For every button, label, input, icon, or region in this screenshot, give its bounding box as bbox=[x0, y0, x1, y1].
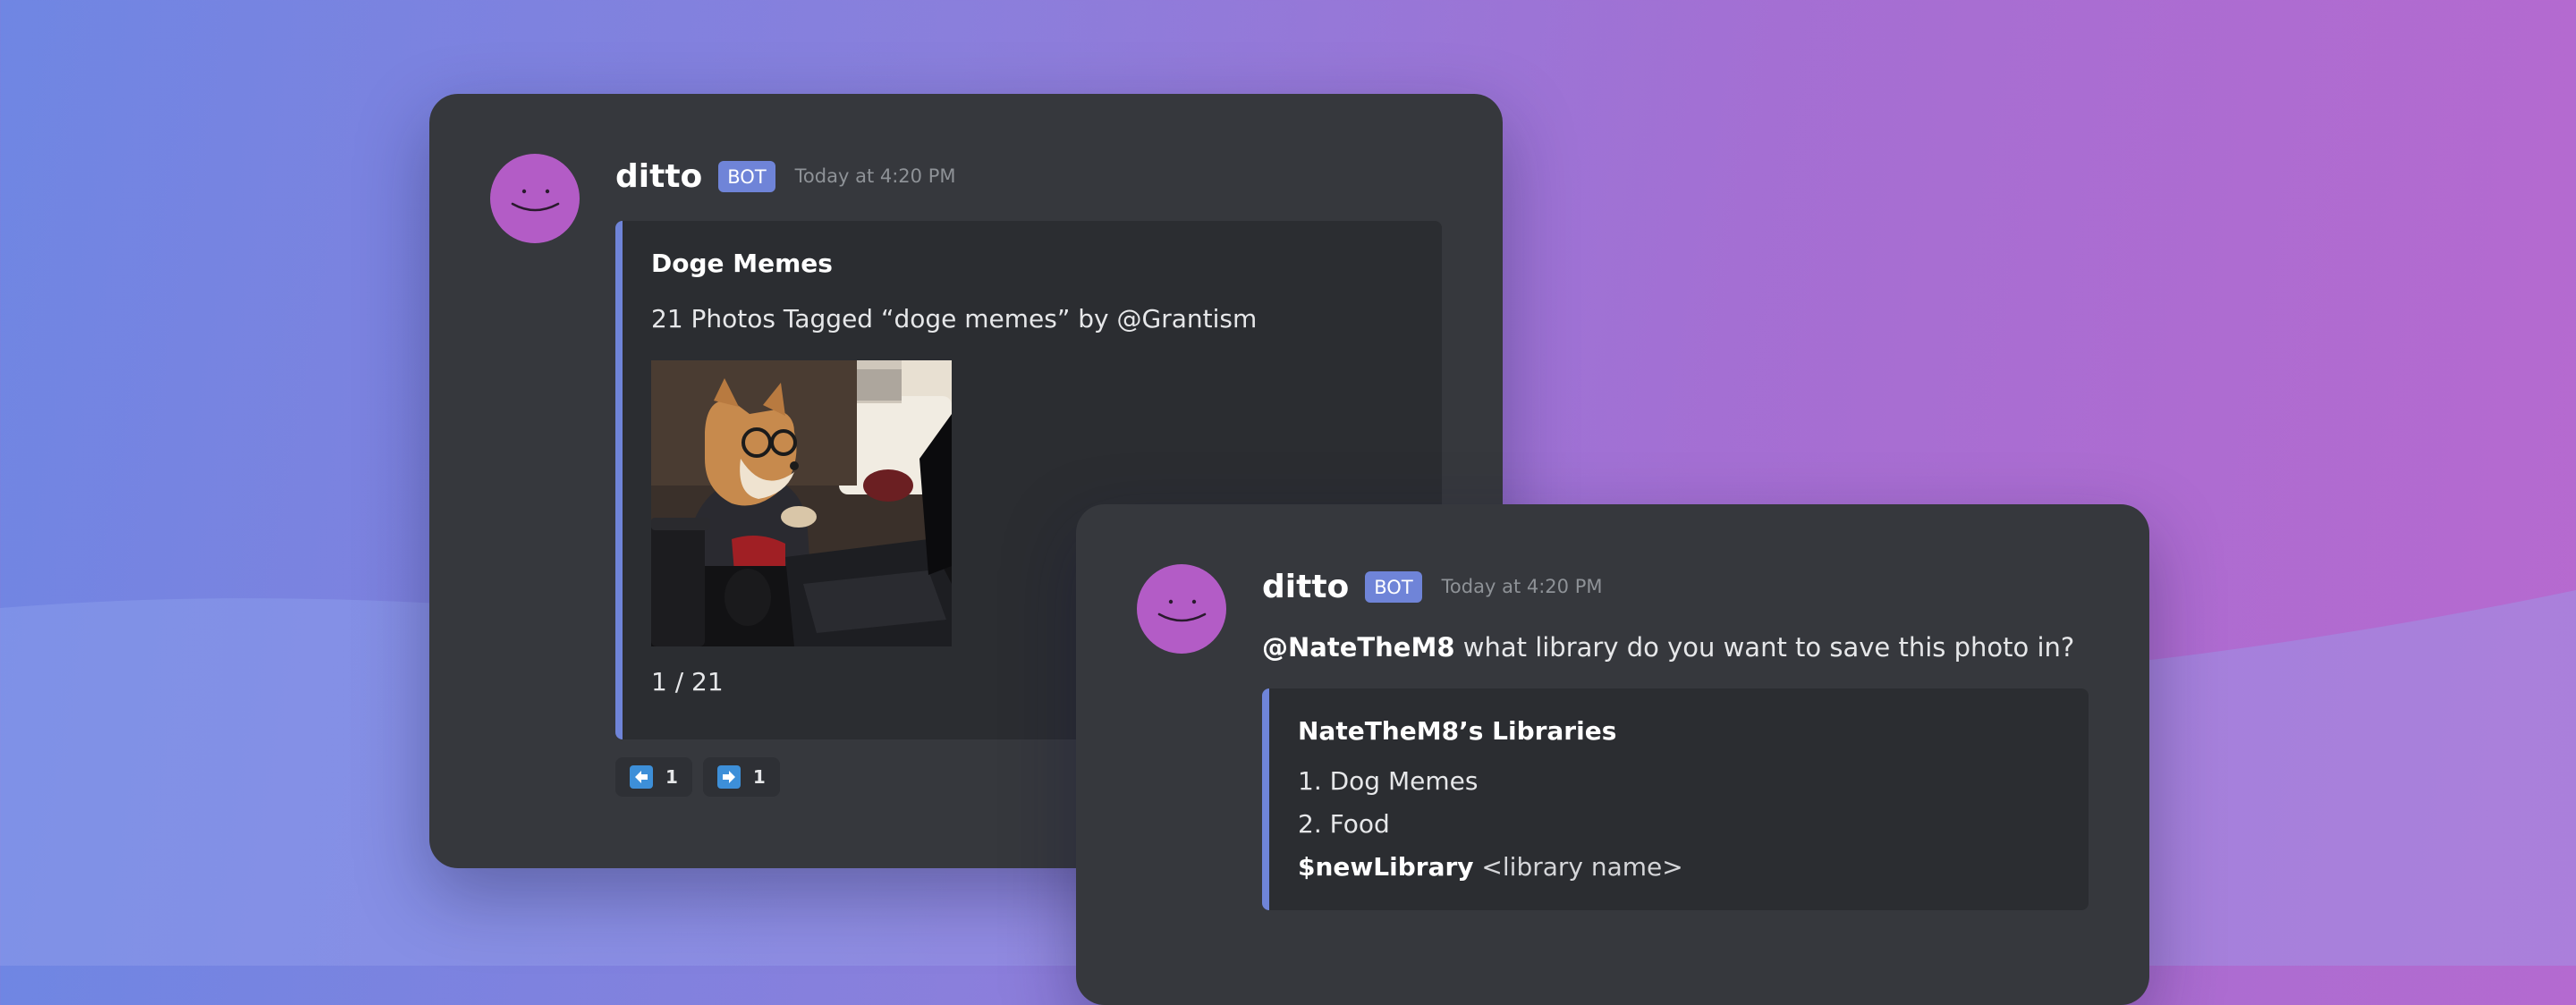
message-content: what library do you want to save this ph… bbox=[1454, 632, 2075, 663]
message-body: ditto BOT Today at 4:20 PM @NateTheM8 wh… bbox=[1262, 565, 2089, 910]
list-item: 2. Food bbox=[1298, 809, 1390, 839]
list-item: 1. Dog Memes bbox=[1298, 766, 1479, 796]
ditto-face-icon bbox=[1157, 599, 1207, 622]
avatar[interactable] bbox=[490, 154, 580, 243]
reaction-next[interactable]: 1 bbox=[702, 757, 780, 797]
embed-description: 21 Photos Tagged “doge memes” by @Granti… bbox=[651, 304, 1258, 334]
arrow-right-icon bbox=[716, 765, 741, 789]
message-card-libraries: ditto BOT Today at 4:20 PM @NateTheM8 wh… bbox=[1076, 504, 2149, 1005]
command-name: $newLibrary bbox=[1298, 852, 1474, 882]
bot-badge: BOT bbox=[718, 160, 775, 192]
message-text: @NateTheM8 what library do you want to s… bbox=[1262, 631, 2089, 663]
command-hint: $newLibrary <library name> bbox=[1298, 851, 2060, 883]
timestamp: Today at 4:20 PM bbox=[1441, 576, 1603, 597]
bot-badge: BOT bbox=[1365, 570, 1422, 603]
reaction-count: 1 bbox=[665, 766, 678, 788]
ditto-face-icon bbox=[511, 189, 560, 212]
embed: NateTheM8’s Libraries 1. Dog Memes 2. Fo… bbox=[1262, 688, 2089, 910]
username[interactable]: ditto bbox=[1262, 569, 1349, 605]
avatar[interactable] bbox=[1137, 564, 1226, 654]
embed-title: Doge Memes bbox=[651, 249, 833, 278]
reaction-count: 1 bbox=[752, 766, 766, 788]
embed-title: NateTheM8’s Libraries bbox=[1298, 716, 1617, 746]
user-mention[interactable]: @NateTheM8 bbox=[1262, 632, 1455, 663]
message-header: ditto BOT Today at 4:20 PM bbox=[1262, 565, 2089, 608]
arrow-left-icon bbox=[630, 765, 653, 789]
timestamp: Today at 4:20 PM bbox=[794, 165, 956, 187]
doge-at-laptop-photo[interactable] bbox=[651, 360, 952, 646]
message-header: ditto BOT Today at 4:20 PM bbox=[615, 155, 1442, 198]
library-list: 1. Dog Memes 2. Food $newLibrary <librar… bbox=[1298, 765, 2060, 883]
command-argument: <library name> bbox=[1473, 852, 1683, 882]
username[interactable]: ditto bbox=[615, 158, 702, 195]
reaction-previous[interactable]: 1 bbox=[615, 757, 692, 797]
